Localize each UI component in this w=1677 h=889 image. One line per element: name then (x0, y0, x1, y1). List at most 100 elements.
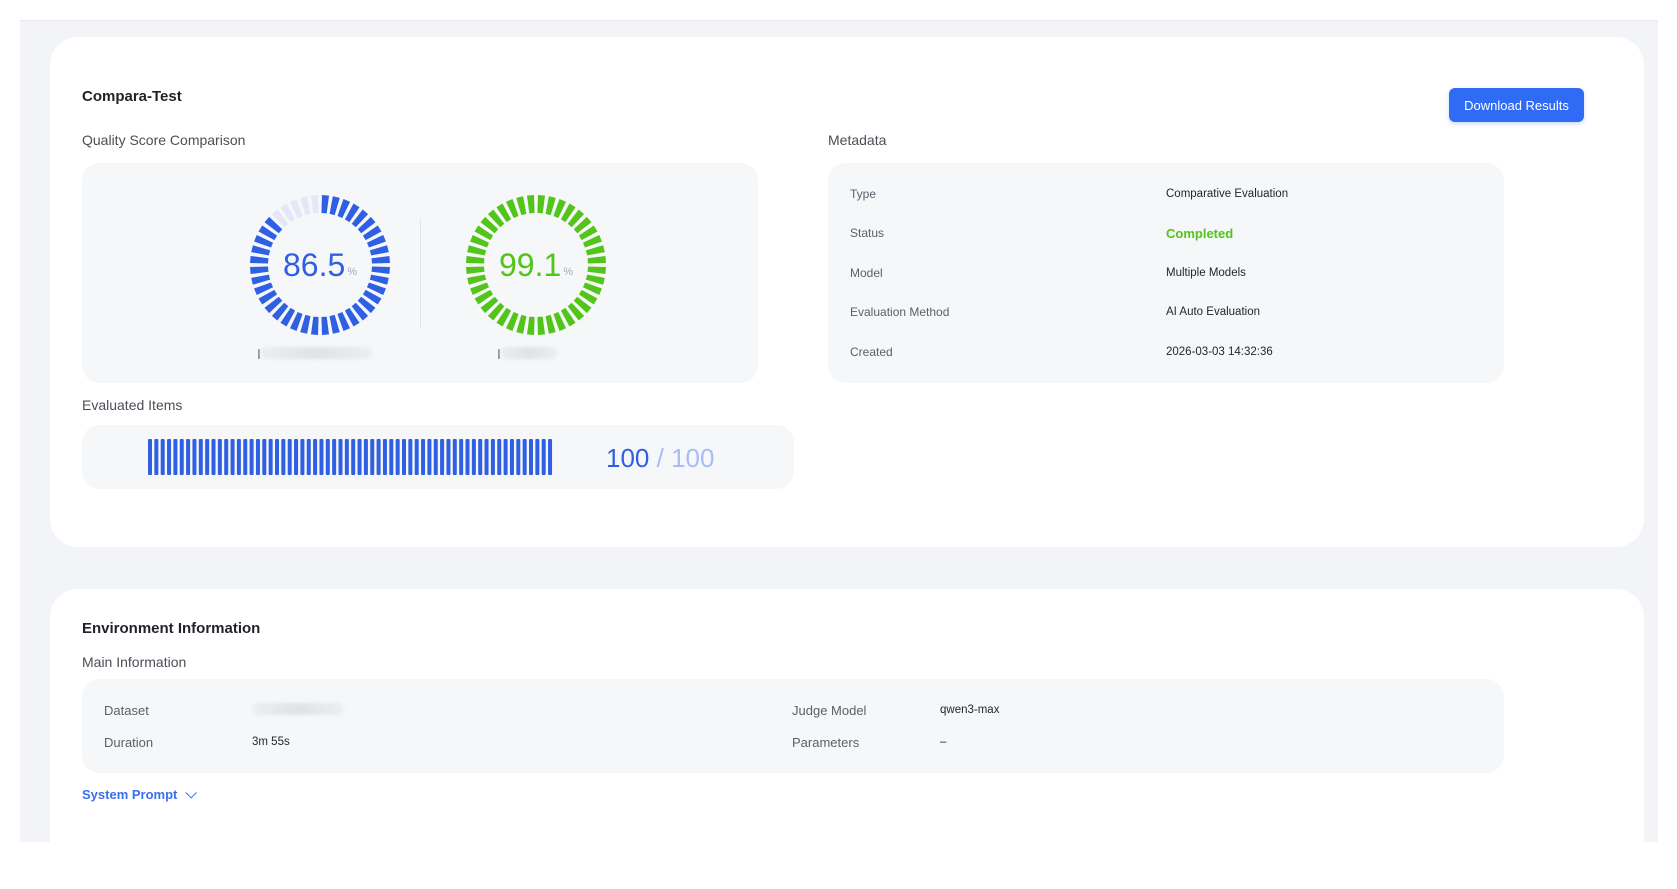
progress-segment (319, 439, 324, 475)
progress-segment (459, 439, 464, 475)
progress-segment (414, 439, 419, 475)
progress-segment (294, 439, 299, 475)
progress-segment (154, 439, 159, 475)
progress-segment (421, 439, 426, 475)
progress-segment (287, 439, 292, 475)
env-key-dataset: Dataset (104, 703, 149, 718)
main-information-panel: Dataset Duration 3m 55s Judge Model qwen… (82, 679, 1504, 773)
progress-segment (262, 439, 267, 475)
progress-segment (541, 439, 546, 475)
progress-segment (363, 439, 368, 475)
progress-segment (490, 439, 495, 475)
progress-segment (535, 439, 540, 475)
progress-segment (446, 439, 451, 475)
env-value-judge-model: qwen3-max (940, 704, 1000, 716)
progress-segment (224, 439, 229, 475)
env-key-parameters: Parameters (792, 735, 860, 750)
progress-segment (389, 439, 394, 475)
gauge-value-2: 99.1 (498, 246, 562, 283)
progress-segment (503, 439, 508, 475)
progress-segment (275, 439, 279, 475)
progress-segment (268, 439, 273, 475)
progress-segment (186, 439, 191, 475)
quality-gauge-2: 99.1 % (456, 185, 616, 345)
metadata-label: Metadata (828, 132, 887, 148)
env-key-duration: Duration (104, 735, 154, 750)
gauge-unit-1: % (347, 266, 358, 278)
environment-title: Environment Information (82, 620, 261, 637)
progress-segment (529, 439, 533, 475)
progress-segment (236, 439, 241, 475)
page-frame: Compara-Test Download Results Quality Sc… (20, 20, 1658, 889)
progress-segment (465, 439, 470, 475)
progress-segment (205, 439, 210, 475)
progress-segment (148, 439, 152, 475)
progress-segment (497, 439, 502, 475)
meta-key-created: Created (850, 345, 893, 359)
progress-segment (376, 439, 381, 475)
progress-segment (325, 439, 330, 475)
progress-segment (338, 439, 343, 475)
progress-segment (300, 439, 305, 475)
progress-segment (332, 439, 337, 475)
env-key-judge-model: Judge Model (792, 703, 867, 718)
system-prompt-label: System Prompt (82, 787, 178, 802)
gauge-value-1: 86.5 (282, 246, 346, 283)
environment-card: Environment Information Main Information… (50, 589, 1644, 889)
meta-value-type: Comparative Evaluation (1166, 188, 1289, 200)
progress-segment (408, 439, 413, 475)
meta-value-method: AI Auto Evaluation (1166, 306, 1260, 318)
progress-segment (395, 439, 400, 475)
evaluated-items-label: Evaluated Items (82, 397, 183, 413)
model-name-redacted-1 (260, 347, 372, 359)
status-badge: Completed (1166, 226, 1234, 241)
gauge-divider (420, 219, 421, 327)
progress-segment (192, 439, 197, 475)
progress-segment (281, 439, 286, 475)
progress-segment (255, 439, 260, 475)
progress-segment (471, 439, 476, 475)
quality-score-label: Quality Score Comparison (82, 132, 246, 148)
progress-segment (179, 439, 184, 475)
evaluated-total: 100 (671, 443, 715, 473)
meta-key-type: Type (850, 187, 877, 201)
progress-segment (522, 439, 527, 475)
meta-value-model: Multiple Models (1166, 267, 1246, 279)
progress-segment (484, 439, 489, 475)
card-title: Compara-Test (82, 88, 182, 105)
model-name-redacted-2 (500, 347, 558, 359)
progress-segment (344, 439, 349, 475)
progress-segment (370, 439, 375, 475)
meta-key-status: Status (850, 226, 885, 240)
progress-segment (211, 439, 216, 475)
dataset-name-redacted (252, 703, 344, 715)
evaluation-summary-card: Compara-Test Download Results Quality Sc… (50, 37, 1644, 547)
progress-segment (306, 439, 311, 475)
system-prompt-toggle[interactable]: System Prompt (82, 786, 198, 802)
quality-score-panel: 86.5 % 99.1 % (82, 163, 758, 383)
progress-segment (217, 439, 222, 475)
progress-segment (440, 439, 445, 475)
progress-segment (160, 439, 165, 475)
progress-segment (351, 439, 356, 475)
progress-segment (478, 439, 483, 475)
meta-value-created: 2026-03-03 14:32:36 (1166, 346, 1273, 358)
download-results-button[interactable]: Download Results (1449, 88, 1584, 122)
progress-segment (509, 439, 514, 475)
progress-segment (173, 439, 178, 475)
progress-segment (433, 439, 438, 475)
progress-segment (313, 439, 318, 475)
progress-segment (452, 439, 457, 475)
progress-segment (382, 439, 387, 475)
evaluated-items-panel: 100 / 100 (82, 425, 794, 489)
meta-key-method: Evaluation Method (850, 305, 950, 319)
main-information-label: Main Information (82, 654, 187, 670)
evaluated-done: 100 (606, 443, 650, 473)
meta-key-model: Model (850, 266, 883, 280)
progress-segment (243, 439, 248, 475)
evaluated-progress-bar (148, 439, 553, 475)
progress-segment (167, 439, 172, 475)
env-value-duration: 3m 55s (252, 736, 290, 748)
evaluated-count: 100 / 100 (606, 443, 714, 474)
gauge-unit-2: % (563, 266, 574, 278)
